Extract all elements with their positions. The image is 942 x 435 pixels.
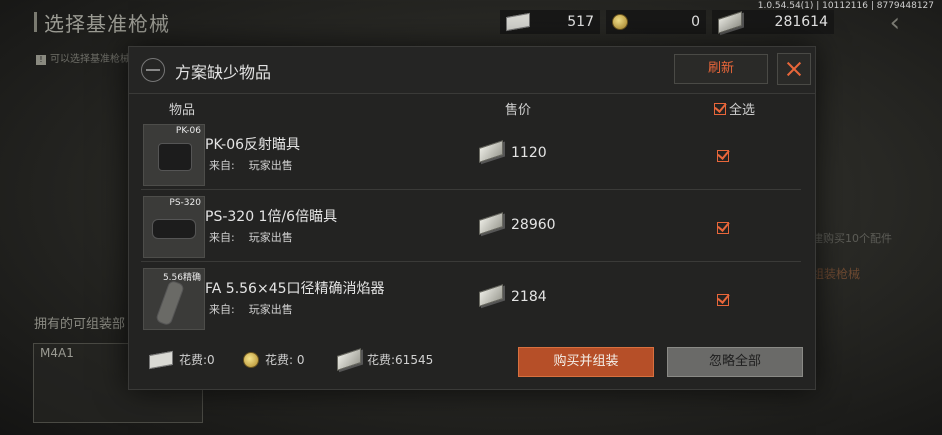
item-name: FA 5.56×45口径精确消焰器 <box>205 281 385 297</box>
item-row-pk06[interactable]: PK-06 PK-06反射瞄具 来自: 玩家出售 1120 <box>141 121 801 187</box>
bg-assemble-link[interactable]: 组装枪械 <box>812 265 860 282</box>
select-all-toggle[interactable]: 全选 <box>714 99 755 118</box>
coin-icon <box>612 14 628 30</box>
item-row-ps320[interactable]: PS-320 PS-320 1倍/6倍瞄具 来自: 玩家出售 28960 <box>141 193 801 259</box>
item-checkbox-icon[interactable] <box>717 219 729 238</box>
item-source: 来自: 玩家出售 <box>209 157 293 173</box>
item-source-value: 玩家出售 <box>248 303 293 316</box>
item-tag: PS-320 <box>169 198 201 208</box>
scope-image-icon <box>158 143 192 171</box>
owned-section-label: 拥有的可组装部 <box>34 317 126 332</box>
cost-coin: 花费: 0 <box>243 351 305 368</box>
refresh-button[interactable]: 刷新 <box>674 54 768 84</box>
dialog-title: 方案缺少物品 <box>175 63 272 82</box>
item-price: 2184 <box>511 289 547 305</box>
money-icon <box>479 284 503 307</box>
currency-money: 281614 <box>712 10 834 34</box>
item-thumbnail: PK-06 <box>143 124 205 186</box>
currency-card-value: 517 <box>567 14 594 30</box>
title-bar-accent <box>34 12 37 32</box>
currency-coin: 0 <box>606 10 706 34</box>
weapon-card-label: M4A1 <box>40 346 74 360</box>
card-icon <box>506 12 530 32</box>
card-icon <box>149 350 173 369</box>
cost-money: 花费:61545 <box>337 348 434 371</box>
item-price: 1120 <box>511 145 547 161</box>
select-all-checkbox-icon[interactable] <box>714 102 726 115</box>
money-icon <box>479 212 503 235</box>
currency-coin-value: 0 <box>691 14 700 30</box>
cost-coin-value: 花费: 0 <box>265 353 305 367</box>
missing-items-dialog: 方案缺少物品 刷新 物品 售价 全选 PK-06 PK-06反射瞄具 来自: 玩家… <box>128 46 816 390</box>
item-source-label: 来自: <box>209 231 235 244</box>
dialog-header: 方案缺少物品 刷新 <box>129 47 815 94</box>
select-all-label: 全选 <box>729 103 756 118</box>
coin-icon <box>243 351 259 368</box>
close-icon[interactable] <box>777 53 811 85</box>
item-source-value: 玩家出售 <box>248 231 293 244</box>
cost-card-value: 花费:0 <box>179 353 215 367</box>
scope-image-icon <box>152 219 196 239</box>
currency-card: 517 <box>500 10 600 34</box>
item-tag: 5.56精确 <box>162 273 201 283</box>
page-title: 选择基准枪械 <box>44 12 170 36</box>
item-thumbnail: PS-320 <box>143 196 205 258</box>
item-source-value: 玩家出售 <box>248 159 293 172</box>
cost-money-value: 花费:61545 <box>367 353 434 367</box>
item-source-label: 来自: <box>209 159 235 172</box>
item-checkbox-icon[interactable] <box>717 147 729 166</box>
money-icon <box>479 140 503 163</box>
back-arrow-icon[interactable]: ‹ <box>890 8 900 38</box>
item-name: PS-320 1倍/6倍瞄具 <box>205 209 338 225</box>
column-item-header: 物品 <box>169 103 196 118</box>
currency-bar: 517 0 281614 <box>500 10 834 36</box>
item-price: 28960 <box>511 217 556 233</box>
page-hint-text: 可以选择基准枪械 <box>50 54 130 65</box>
ignore-all-button[interactable]: 忽略全部 <box>667 347 803 377</box>
money-icon <box>718 10 742 34</box>
row-divider <box>141 261 801 262</box>
column-price-header: 售价 <box>505 103 532 118</box>
gun-logo-icon <box>141 58 165 82</box>
item-tag: PK-06 <box>175 126 201 136</box>
money-icon <box>337 348 361 371</box>
info-icon: ! <box>36 55 46 65</box>
row-divider <box>141 189 801 190</box>
item-name: PK-06反射瞄具 <box>205 137 301 153</box>
item-checkbox-icon[interactable] <box>717 291 729 310</box>
item-source: 来自: 玩家出售 <box>209 301 293 317</box>
bg-right-hint: 建购买10个配件 <box>812 232 892 245</box>
item-thumbnail: 5.56精确 <box>143 268 205 330</box>
item-source: 来自: 玩家出售 <box>209 229 293 245</box>
cost-card: 花费:0 <box>149 350 215 369</box>
page-hint: ! 可以选择基准枪械 <box>36 50 130 65</box>
buy-and-assemble-button[interactable]: 购买并组装 <box>518 347 654 377</box>
item-row-fa556[interactable]: 5.56精确 FA 5.56×45口径精确消焰器 来自: 玩家出售 2184 <box>141 265 801 331</box>
item-source-label: 来自: <box>209 303 235 316</box>
cost-summary: 花费:0 花费: 0 花费:61545 <box>147 345 447 377</box>
currency-money-value: 281614 <box>774 14 828 30</box>
suppressor-image-icon <box>154 279 186 327</box>
